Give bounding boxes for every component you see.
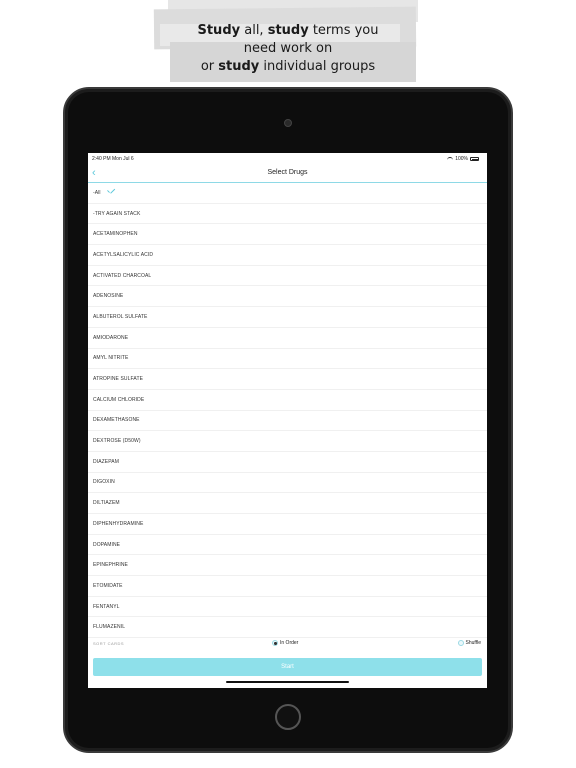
list-item[interactable]: DIAZEPAM <box>88 452 487 473</box>
list-item[interactable]: ACETYLSALICYLIC ACID <box>88 245 487 266</box>
promo-caption: Study all, study terms you need work on … <box>150 22 426 76</box>
list-item[interactable]: DEXAMETHASONE <box>88 411 487 432</box>
camera-icon <box>284 119 292 127</box>
list-item[interactable]: FLUMAZENIL <box>88 617 487 639</box>
home-indicator <box>226 681 349 683</box>
list-item[interactable]: DIPHENHYDRAMINE <box>88 514 487 535</box>
list-item[interactable]: CALCIUM CHLORIDE <box>88 390 487 411</box>
status-indicators: 100% <box>447 156 479 162</box>
list-item[interactable]: ADENOSINE <box>88 286 487 308</box>
list-item-label: ATROPINE SULFATE <box>93 376 144 383</box>
list-item-label: DOPAMINE <box>93 541 121 548</box>
list-item-label: ADENOSINE <box>93 293 124 300</box>
list-item-label: DIAZEPAM <box>93 458 119 465</box>
list-item-label: -TRY AGAIN STACK <box>93 210 141 217</box>
list-item-label: DIPHENHYDRAMINE <box>93 520 144 527</box>
sort-option-in-order[interactable]: In Order <box>272 640 298 646</box>
checkmark-icon <box>107 190 115 195</box>
list-item[interactable]: AMIODARONE <box>88 328 487 349</box>
status-time: 2:40 PM Mon Jul 6 <box>92 156 134 162</box>
list-item[interactable]: DEXTROSE (D50W) <box>88 431 487 452</box>
list-item[interactable]: DILTIAZEM <box>88 493 487 514</box>
page-title: Select Drugs <box>267 169 308 176</box>
battery-icon <box>470 157 479 161</box>
home-button[interactable] <box>275 704 301 730</box>
promo-line-2: need work on <box>243 41 333 56</box>
list-item-label: ACTIVATED CHARCOAL <box>93 272 152 279</box>
radio-in-order[interactable] <box>272 640 278 646</box>
list-item[interactable]: -All <box>88 183 487 204</box>
shuffle-label: Shuffle <box>465 640 481 646</box>
in-order-label: In Order <box>280 640 299 646</box>
list-item-label: AMYL NITRITE <box>93 355 129 362</box>
list-item-label: DIGOXIN <box>93 479 115 486</box>
radio-shuffle[interactable] <box>457 640 464 646</box>
list-item[interactable]: DOPAMINE <box>88 535 487 556</box>
list-item[interactable]: FENTANYL <box>88 597 487 618</box>
promo-line-1: Study all, study terms you <box>197 23 379 38</box>
wifi-icon <box>447 157 454 161</box>
promo-line-3: or study individual groups <box>200 59 376 74</box>
list-item-label: DILTIAZEM <box>93 500 120 507</box>
list-item[interactable]: EPINEPHRINE <box>88 555 487 577</box>
list-item-label: -All <box>93 189 101 196</box>
list-item[interactable]: ATROPINE SULFATE <box>88 369 487 390</box>
list-item[interactable]: DIGOXIN <box>88 473 487 494</box>
list-item-label: ETOMIDATE <box>93 582 123 589</box>
drug-list: -All -TRY AGAIN STACK ACETAMINOPHEN ACETYLS… <box>88 183 487 639</box>
list-item-label: EPINEPHRINE <box>93 562 128 569</box>
list-item-label: ACETAMINOPHEN <box>93 231 138 238</box>
list-item-label: FLUMAZENIL <box>93 624 126 631</box>
list-item-label: ALBUTEROL SULFATE <box>93 313 148 320</box>
list-item[interactable]: AMYL NITRITE <box>88 349 487 370</box>
sort-cards-label: SORT CARDS <box>93 641 125 646</box>
app-screen: 2:40 PM Mon Jul 6 100% ‹ Select Drugs -A… <box>88 153 487 688</box>
list-item[interactable]: -TRY AGAIN STACK <box>88 204 487 225</box>
list-item[interactable]: ETOMIDATE <box>88 576 487 597</box>
list-item[interactable]: ACETAMINOPHEN <box>88 224 487 246</box>
list-item-label: FENTANYL <box>93 603 120 610</box>
list-item[interactable]: ACTIVATED CHARCOAL <box>88 266 487 287</box>
sort-option-shuffle[interactable]: Shuffle <box>457 640 481 646</box>
battery-percent: 100% <box>455 156 468 162</box>
list-item-label: AMIODARONE <box>93 334 129 341</box>
list-item-label: DEXTROSE (D50W) <box>93 438 141 445</box>
list-item-label: DEXAMETHASONE <box>93 417 140 424</box>
sort-bar: SORT CARDS In Order Shuffle <box>88 637 487 651</box>
list-item-label: CALCIUM CHLORIDE <box>93 396 145 403</box>
list-item[interactable]: ALBUTEROL SULFATE <box>88 307 487 328</box>
list-item-label: ACETYLSALICYLIC ACID <box>93 251 154 258</box>
status-bar: 2:40 PM Mon Jul 6 100% <box>88 153 487 164</box>
start-button[interactable]: Start <box>93 658 482 676</box>
nav-bar: ‹ Select Drugs <box>88 164 487 183</box>
